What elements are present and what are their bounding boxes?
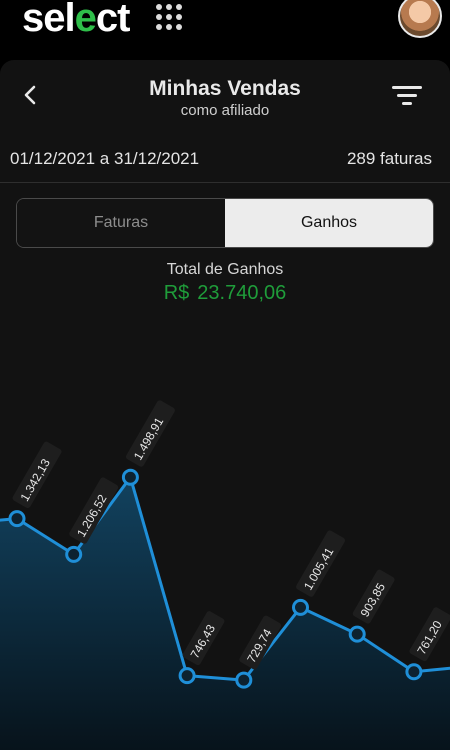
data-point[interactable] [235, 671, 253, 689]
data-point[interactable] [121, 468, 139, 486]
data-point[interactable] [348, 625, 366, 643]
data-point[interactable] [8, 510, 26, 528]
data-point[interactable] [178, 667, 196, 685]
earnings-chart: 1.342,131.206,521.498,91746,43 729,741.00… [0, 400, 450, 750]
data-label: 1.342,13 [12, 441, 62, 509]
data-point[interactable] [292, 598, 309, 616]
data-label: 903,85 [352, 569, 395, 624]
data-point[interactable] [405, 663, 423, 681]
data-label: 746,43 [182, 611, 225, 666]
chart-area [0, 477, 450, 750]
data-point[interactable] [65, 545, 83, 563]
data-label: 1.005,41 [296, 530, 345, 597]
data-label: 761,20 [409, 607, 450, 662]
data-label: 1.498,91 [125, 400, 175, 467]
